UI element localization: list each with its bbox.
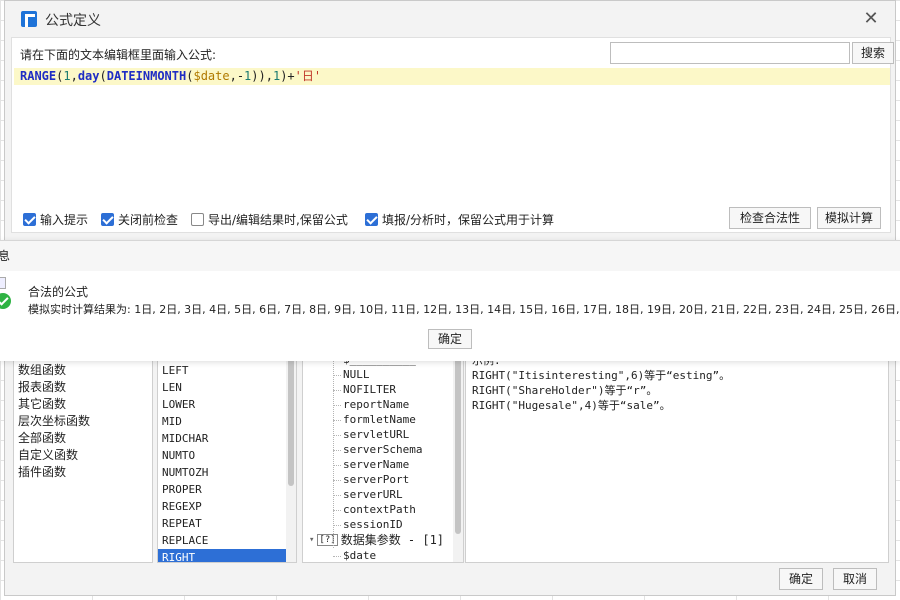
- function-item[interactable]: REPLACE: [158, 532, 296, 549]
- description-line: RIGHT("Itisinteresting",6)等于“esting”。: [472, 369, 731, 382]
- formula-token: ,-: [229, 69, 245, 83]
- options-row: 输入提示 关闭前检查 导出/编辑结果时,保留公式 填报/分析时，保留公式用于计算…: [19, 207, 899, 229]
- function-item[interactable]: REGEXP: [158, 498, 296, 515]
- parameter-item[interactable]: reportName: [303, 397, 463, 412]
- function-description-pane: 示例: RIGHT("Itisinteresting",6)等于“esting”…: [465, 357, 889, 563]
- function-item[interactable]: REPEAT: [158, 515, 296, 532]
- parameter-item[interactable]: serverPort: [303, 472, 463, 487]
- description-line: RIGHT("Hugesale",4)等于“sale”。: [472, 399, 671, 412]
- popup-body: 合法的公式 模拟实时计算结果为: 1日, 2日, 3日, 4日, 5日, 6日,…: [0, 271, 900, 361]
- checkbox-checked-icon: [23, 213, 36, 226]
- fill-keep-formula-label: 填报/分析时，保留公式用于计算: [382, 213, 555, 227]
- parameter-item[interactable]: serverURL: [303, 487, 463, 502]
- cancel-button[interactable]: 取消: [833, 568, 877, 590]
- app-logo-icon: [21, 11, 37, 27]
- parameter-item[interactable]: contextPath: [303, 502, 463, 517]
- formula-token: ,: [70, 69, 78, 83]
- formula-token: $date: [193, 69, 230, 83]
- category-item[interactable]: 全部函数: [14, 430, 152, 447]
- parameter-tree: $__________ NULL NOFILTER reportName formle…: [302, 357, 464, 563]
- export-keep-formula-label: 导出/编辑结果时,保留公式: [208, 213, 348, 227]
- checkbox-unchecked-icon: [191, 213, 204, 226]
- parameter-item[interactable]: serverName: [303, 457, 463, 472]
- fill-keep-formula-checkbox[interactable]: 填报/分析时，保留公式用于计算: [365, 211, 554, 228]
- chevron-down-icon[interactable]: ▾: [309, 532, 314, 548]
- category-item[interactable]: 其它函数: [14, 396, 152, 413]
- formula-token: (: [99, 69, 107, 83]
- input-hint-checkbox[interactable]: 输入提示: [23, 211, 88, 228]
- close-icon[interactable]: ✕: [861, 9, 881, 29]
- dialog-title: 公式定义: [45, 13, 101, 29]
- formula-token: )),: [251, 69, 273, 83]
- valid-formula-message: 合法的公式: [28, 285, 89, 299]
- formula-token: 1: [63, 69, 71, 83]
- formula-token: day: [77, 69, 100, 83]
- function-item[interactable]: MID: [158, 413, 296, 430]
- tree-group-dataset-params[interactable]: ▾ [?] 数据集参数 - [1]: [303, 532, 463, 548]
- formula-token: RANGE: [20, 69, 57, 83]
- function-item[interactable]: PROPER: [158, 481, 296, 498]
- function-list: LEFT LEN LOWER MID MIDCHAR NUMTO NUMTOZH PROPER…: [157, 357, 297, 563]
- formula-token: '日': [294, 69, 322, 83]
- parameter-item[interactable]: formletName: [303, 412, 463, 427]
- search-button[interactable]: 搜索: [852, 42, 894, 64]
- function-item[interactable]: NUMTO: [158, 447, 296, 464]
- formula-token: DATEINMONTH: [106, 69, 187, 83]
- simulate-calc-button[interactable]: 模拟计算: [817, 207, 881, 229]
- message-popup: 息 合法的公式 模拟实时计算结果为: 1日, 2日, 3日, 4日, 5日, 6…: [0, 240, 900, 361]
- function-item[interactable]: MIDCHAR: [158, 430, 296, 447]
- function-item[interactable]: RIGHT: [158, 549, 296, 562]
- checkbox-checked-icon: [101, 213, 114, 226]
- parameter-item[interactable]: servletURL: [303, 427, 463, 442]
- export-keep-formula-checkbox[interactable]: 导出/编辑结果时,保留公式: [191, 211, 348, 228]
- check-before-close-checkbox[interactable]: 关闭前检查: [101, 211, 178, 228]
- category-item[interactable]: 自定义函数: [14, 447, 152, 464]
- parameter-item[interactable]: NULL: [303, 367, 463, 382]
- popup-title: 息: [0, 249, 11, 263]
- function-item[interactable]: NUMTOZH: [158, 464, 296, 481]
- document-icon: [0, 277, 6, 289]
- input-hint-label: 输入提示: [40, 213, 89, 227]
- category-item[interactable]: 层次坐标函数: [14, 413, 152, 430]
- dataset-parameter-item[interactable]: $date: [303, 548, 463, 562]
- checkbox-checked-icon: [365, 213, 378, 226]
- ok-button[interactable]: 确定: [779, 568, 823, 590]
- success-check-icon: [0, 293, 11, 309]
- title-bar: 公式定义 ✕: [5, 1, 895, 37]
- dataset-group-label: 数据集参数 - [1]: [340, 533, 445, 547]
- category-item[interactable]: 数组函数: [14, 362, 152, 379]
- parameter-item[interactable]: serverSchema: [303, 442, 463, 457]
- function-list-scrollbar[interactable]: [286, 358, 296, 562]
- check-before-close-label: 关闭前检查: [118, 213, 179, 227]
- parameter-tree-scrollbar[interactable]: [453, 358, 463, 562]
- description-line: RIGHT("ShareHolder")等于“r”。: [472, 384, 658, 397]
- parameter-item[interactable]: NOFILTER: [303, 382, 463, 397]
- parameter-item[interactable]: sessionID: [303, 517, 463, 532]
- scrollbar-thumb[interactable]: [288, 358, 294, 486]
- check-validity-button[interactable]: 检查合法性: [729, 207, 811, 229]
- category-item[interactable]: 报表函数: [14, 379, 152, 396]
- function-category-list: 数组函数 报表函数 其它函数 层次坐标函数 全部函数 自定义函数 插件函数: [13, 357, 153, 563]
- formula-text-editor[interactable]: RANGE(1,day(DATEINMONTH($date,-1)),1)+'日…: [14, 68, 890, 85]
- formula-token: )+: [280, 69, 295, 83]
- function-item[interactable]: LEFT: [158, 362, 296, 379]
- dataset-folder-icon: [?]: [317, 534, 338, 546]
- simulation-result-message: 模拟实时计算结果为: 1日, 2日, 3日, 4日, 5日, 6日, 7日, 8…: [28, 303, 900, 316]
- function-item[interactable]: LOWER: [158, 396, 296, 413]
- formula-editor-panel: 请在下面的文本编辑框里面输入公式: 搜索 RANGE(1,day(DATEINM…: [11, 37, 894, 233]
- category-item[interactable]: 插件函数: [14, 464, 152, 481]
- function-item[interactable]: LEN: [158, 379, 296, 396]
- editor-prompt: 请在下面的文本编辑框里面输入公式:: [20, 48, 217, 62]
- popup-ok-button[interactable]: 确定: [428, 329, 472, 349]
- scrollbar-thumb[interactable]: [455, 358, 461, 534]
- search-input[interactable]: [610, 42, 850, 64]
